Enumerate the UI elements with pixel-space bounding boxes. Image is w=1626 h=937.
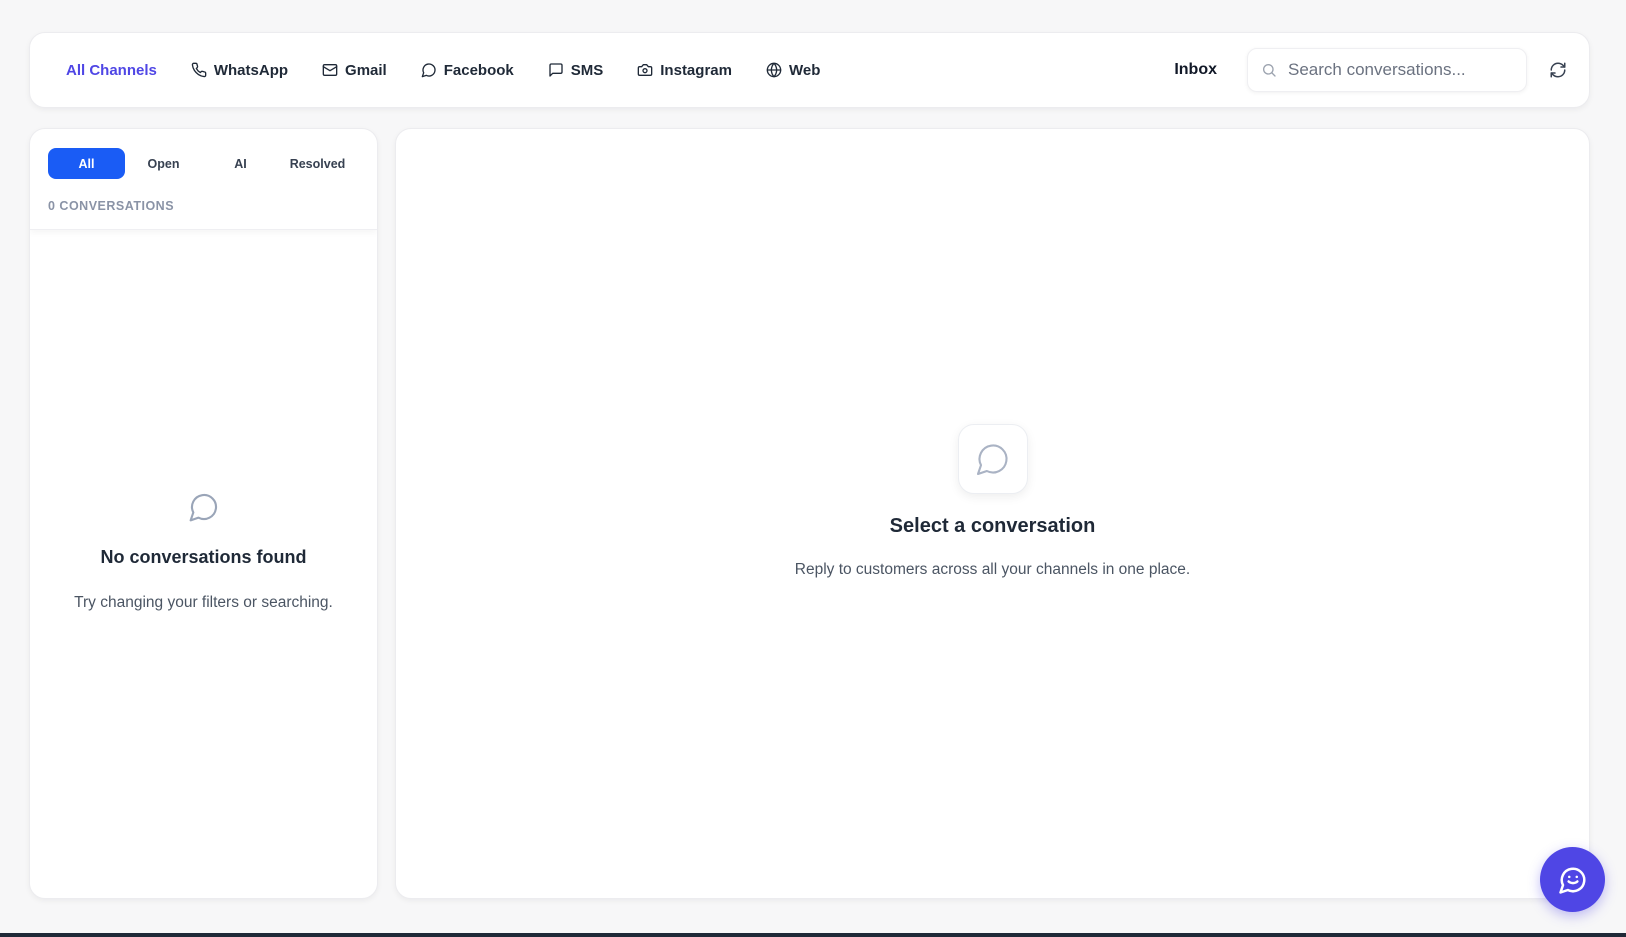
search-box: [1247, 48, 1527, 92]
top-bar-right: Inbox: [1174, 33, 1589, 107]
chat-bubble-icon: [976, 444, 1008, 476]
empty-state-title: Select a conversation: [889, 515, 1096, 537]
channel-tab-label: Gmail: [345, 61, 387, 79]
chat-support-button[interactable]: [1540, 847, 1605, 912]
tab-resolved[interactable]: Resolved: [279, 148, 356, 179]
channel-tab-label: All Channels: [66, 61, 157, 79]
globe-icon: [766, 62, 782, 78]
channel-tab-whatsapp[interactable]: WhatsApp: [191, 62, 288, 79]
chat-bubble-icon: [189, 493, 217, 522]
status-tabs: All Open AI Resolved: [48, 148, 359, 179]
window-bottom-edge: [0, 933, 1626, 937]
tab-ai[interactable]: AI: [202, 148, 279, 179]
inbox-page: All Channels WhatsApp Gmail Facebook SMS…: [0, 0, 1626, 937]
camera-icon: [637, 64, 653, 76]
channel-tab-label: WhatsApp: [213, 61, 289, 79]
tab-all[interactable]: All: [48, 148, 125, 179]
conversation-count: 0 CONVERSATIONS: [48, 199, 175, 213]
channel-tab-instagram[interactable]: Instagram: [637, 62, 732, 79]
message-square-icon: [549, 63, 563, 77]
tab-open[interactable]: Open: [125, 148, 202, 179]
chat-support-icon: [1558, 867, 1585, 894]
mail-icon: [322, 64, 338, 76]
channel-filter-bar: All Channels WhatsApp Gmail Facebook SMS…: [66, 33, 854, 107]
channel-tab-label: SMS: [570, 61, 604, 79]
channel-tab-sms[interactable]: SMS: [548, 61, 604, 79]
refresh-icon[interactable]: [1549, 61, 1567, 79]
channel-tab-label: Facebook: [443, 61, 514, 79]
phone-icon: [191, 62, 207, 78]
top-bar: All Channels WhatsApp Gmail Facebook SMS…: [29, 32, 1590, 108]
empty-state-title: No conversations found: [100, 547, 307, 567]
empty-state-subtitle: Try changing your filters or searching.: [74, 594, 333, 611]
empty-state: No conversations found Try changing your…: [30, 491, 377, 612]
channel-tab-gmail[interactable]: Gmail: [322, 62, 387, 79]
empty-state-icon-tile: [957, 424, 1028, 494]
page-title: Inbox: [1174, 61, 1217, 78]
channel-tab-web[interactable]: Web: [766, 62, 820, 79]
empty-state-subtitle: Reply to customers across all your chann…: [794, 561, 1191, 578]
conversation-list-header: All Open AI Resolved 0 CONVERSATIONS: [30, 129, 377, 230]
search-icon: [1263, 63, 1276, 77]
conversation-list-panel: All Open AI Resolved 0 CONVERSATIONS No …: [29, 128, 378, 899]
channel-tab-label: Instagram: [660, 61, 732, 79]
channel-tab-all[interactable]: All Channels: [66, 62, 157, 79]
select-conversation-empty-state: Select a conversation Reply to customers…: [396, 424, 1589, 579]
conversation-detail-panel: Select a conversation Reply to customers…: [395, 128, 1590, 899]
chat-bubble-icon: [421, 63, 436, 78]
channel-tab-label: Web: [788, 61, 821, 79]
channel-tab-facebook[interactable]: Facebook: [421, 62, 514, 79]
search-input[interactable]: [1288, 60, 1508, 80]
